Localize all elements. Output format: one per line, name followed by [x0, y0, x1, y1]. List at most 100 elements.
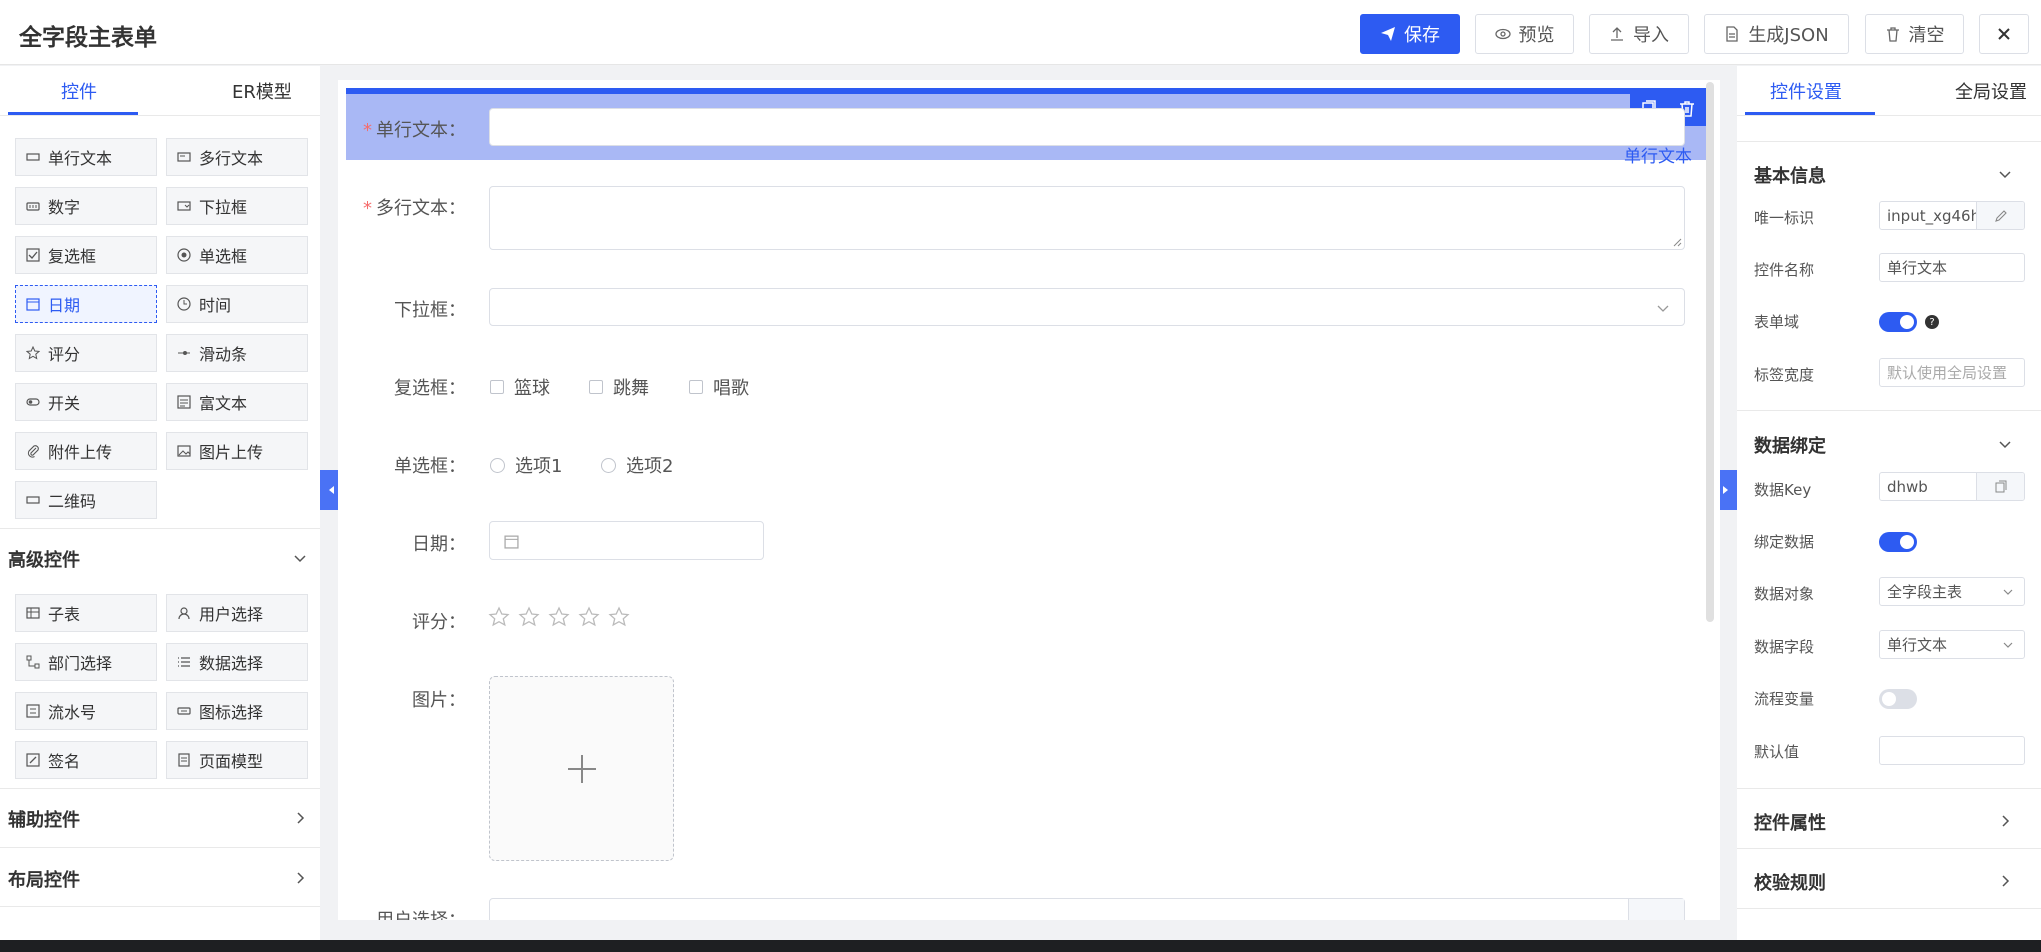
calendar-icon [504, 535, 519, 549]
section-validation[interactable]: 校验规则 [1754, 869, 1826, 895]
section-auxiliary[interactable]: 辅助控件 [8, 806, 80, 832]
tab-components[interactable]: 控件 [61, 78, 97, 104]
rating-stars[interactable] [488, 606, 630, 628]
preview-button[interactable]: 预览 [1475, 14, 1574, 54]
comp-date[interactable]: 日期 [15, 285, 157, 323]
tab-indicator [1745, 112, 1875, 115]
eye-icon [1494, 28, 1511, 40]
dropdown-select[interactable] [489, 288, 1685, 326]
chevron-down-icon[interactable] [292, 550, 308, 566]
user-select-input[interactable] [489, 898, 1685, 920]
comp-rich-text[interactable]: 富文本 [166, 383, 308, 421]
rating-label: 评分： [412, 612, 466, 633]
comp-file-upload[interactable]: 附件上传 [15, 432, 157, 470]
bind-data-toggle[interactable] [1879, 532, 1917, 552]
radio-option-1[interactable]: 选项1 [490, 452, 562, 478]
tab-er-model[interactable]: ER模型 [232, 78, 292, 104]
checkbox-dance[interactable]: 跳舞 [589, 374, 649, 400]
checkbox-icon [26, 248, 40, 262]
left-tabs: 控件 ER模型 [0, 66, 320, 116]
chevron-right-icon[interactable] [1997, 813, 2013, 829]
slider-icon [178, 351, 190, 355]
edit-icon [1994, 209, 2007, 222]
comp-dropdown[interactable]: 下拉框 [166, 187, 308, 225]
form-field-toggle[interactable] [1879, 312, 1917, 332]
data-key-input[interactable]: dhwb [1879, 472, 2025, 501]
checkbox-basketball[interactable]: 篮球 [490, 374, 550, 400]
signature-icon [26, 753, 40, 767]
data-object-select[interactable]: 全字段主表 [1879, 577, 2025, 606]
star-icon[interactable] [578, 606, 600, 628]
unique-id-input[interactable]: input_xg46h [1879, 201, 2025, 230]
comp-single-text[interactable]: 单行文本 [15, 138, 157, 176]
comp-serial-no[interactable]: 流水号 [15, 692, 157, 730]
flow-variable-toggle[interactable] [1879, 689, 1917, 709]
comp-qrcode[interactable]: 二维码 [15, 481, 157, 519]
send-icon [1381, 27, 1395, 41]
section-layout[interactable]: 布局控件 [8, 866, 80, 892]
comp-icon-select[interactable]: 图标选择 [166, 692, 308, 730]
help-icon[interactable]: ? [1925, 315, 1939, 329]
star-icon[interactable] [488, 606, 510, 628]
control-name-label: 控件名称 [1754, 261, 1815, 279]
comp-radio[interactable]: 单选框 [166, 236, 308, 274]
form-canvas[interactable]: * 单行文本： 单行文本 * 多行文本： 下拉框： 复选框： 篮球 跳舞 唱歌 单选… [338, 80, 1720, 920]
comp-number[interactable]: 数字 [15, 187, 157, 225]
default-value-input[interactable] [1879, 736, 2025, 765]
chevron-down-icon[interactable] [1997, 166, 2013, 182]
comp-switch[interactable]: 开关 [15, 383, 157, 421]
comp-page-model[interactable]: 页面模型 [166, 741, 308, 779]
comp-time[interactable]: 时间 [166, 285, 308, 323]
close-button[interactable] [1979, 14, 2029, 54]
tab-global-settings[interactable]: 全局设置 [1955, 78, 2027, 104]
copy-key-button[interactable] [1976, 473, 2024, 500]
image-upload-box[interactable] [489, 676, 674, 861]
comp-rating[interactable]: 评分 [15, 334, 157, 372]
edit-id-button[interactable] [1976, 202, 2024, 229]
dropdown-label: 下拉框： [394, 300, 466, 321]
chevron-down-icon[interactable] [1997, 436, 2013, 452]
canvas-scrollbar[interactable] [1706, 82, 1714, 622]
section-control-props[interactable]: 控件属性 [1754, 809, 1826, 835]
comp-subtable[interactable]: 子表 [15, 594, 157, 632]
comp-signature[interactable]: 签名 [15, 741, 157, 779]
radio-option-2[interactable]: 选项2 [601, 452, 673, 478]
chevron-right-icon[interactable] [1997, 873, 2013, 889]
comp-user-select[interactable]: 用户选择 [166, 594, 308, 632]
multi-text-input[interactable] [489, 186, 1685, 250]
single-text-input[interactable] [489, 108, 1685, 146]
star-icon[interactable] [608, 606, 630, 628]
star-icon [26, 346, 40, 360]
taskbar [0, 940, 2041, 952]
label-width-input[interactable]: 默认使用全局设置 [1879, 358, 2025, 387]
section-advanced[interactable]: 高级控件 [8, 546, 80, 572]
data-field-select[interactable]: 单行文本 [1879, 630, 2025, 659]
user-select-addon[interactable] [1628, 899, 1684, 920]
comp-slider[interactable]: 滑动条 [166, 334, 308, 372]
date-picker[interactable] [489, 521, 764, 560]
generate-json-button[interactable]: 生成JSON [1704, 14, 1849, 54]
control-name-input[interactable]: 单行文本 [1879, 253, 2025, 282]
tab-indicator [8, 112, 138, 115]
comp-multi-text[interactable]: 多行文本 [166, 138, 308, 176]
chevron-right-icon[interactable] [292, 870, 308, 886]
toggle-icon [26, 398, 40, 406]
comp-dept-select[interactable]: 部门选择 [15, 643, 157, 681]
tab-control-settings[interactable]: 控件设置 [1770, 78, 1842, 104]
comp-checkbox[interactable]: 复选框 [15, 236, 157, 274]
save-button[interactable]: 保存 [1360, 14, 1460, 54]
chevron-right-icon[interactable] [292, 810, 308, 826]
bind-data-label: 绑定数据 [1754, 533, 1815, 551]
comp-image-upload[interactable]: 图片上传 [166, 432, 308, 470]
star-icon[interactable] [518, 606, 540, 628]
document-icon [1726, 26, 1738, 42]
checkbox-sing[interactable]: 唱歌 [689, 374, 749, 400]
import-button[interactable]: 导入 [1589, 14, 1689, 54]
resize-handle-icon[interactable] [1672, 237, 1682, 247]
star-icon[interactable] [548, 606, 570, 628]
comp-data-select[interactable]: 数据选择 [166, 643, 308, 681]
settings-panel: 控件设置 全局设置 基本信息 唯一标识 input_xg46h 控件名称 单行文… [1737, 66, 2041, 940]
section-basic-info[interactable]: 基本信息 [1754, 162, 1826, 188]
section-data-binding[interactable]: 数据绑定 [1754, 432, 1826, 458]
clear-button[interactable]: 清空 [1865, 14, 1964, 54]
